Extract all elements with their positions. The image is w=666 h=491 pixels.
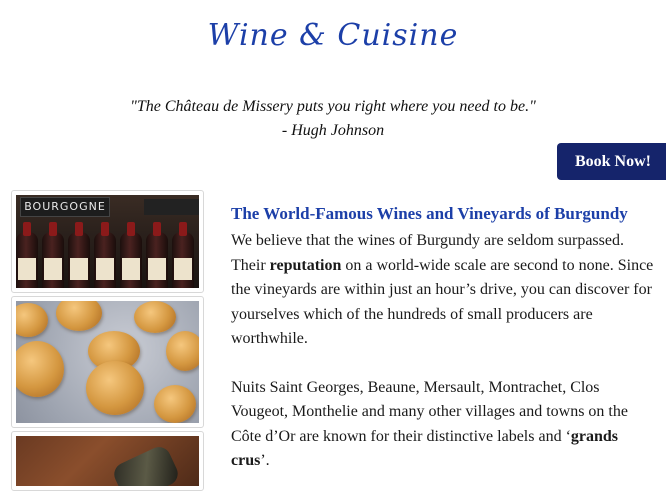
bottle-icon: [68, 222, 90, 288]
article-paragraph-1: We believe that the wines of Burgundy ar…: [231, 229, 656, 352]
bourgogne-sign: BOURGOGNE: [20, 197, 110, 217]
bottle-icon: [172, 222, 194, 288]
bottle-icon: [42, 222, 64, 288]
article: The World-Famous Wines and Vineyards of …: [231, 205, 656, 474]
pastry-icon: [16, 303, 48, 337]
pastry-icon: [134, 301, 176, 333]
wine-bottle-image: [16, 436, 199, 486]
wine-rack-image: BOURGOGNE: [16, 195, 199, 288]
rack-sign-secondary: [144, 199, 199, 215]
gougeres-photo: [11, 296, 204, 428]
pastry-icon: [166, 331, 199, 371]
wine-bottle-photo: [11, 431, 204, 491]
bottle-icon: [110, 443, 182, 486]
p2-text-end: ’.: [260, 452, 270, 469]
testimonial-quote: "The Château de Missery puts you right w…: [0, 95, 666, 143]
page-title: Wine & Cuisine: [207, 18, 459, 53]
article-heading: The World-Famous Wines and Vineyards of …: [231, 204, 628, 223]
pastry-icon: [86, 361, 144, 415]
book-now-button[interactable]: Book Now!: [557, 143, 666, 180]
wine-rack-photo: BOURGOGNE: [11, 190, 204, 293]
pastry-icon: [56, 301, 102, 331]
bottle-icon: [16, 222, 38, 288]
quote-text: "The Château de Missery puts you right w…: [130, 98, 536, 115]
pastry-icon: [154, 385, 196, 423]
pastry-icon: [16, 341, 64, 397]
bottle-icon: [94, 222, 116, 288]
quote-author: - Hugh Johnson: [281, 122, 385, 139]
gougeres-image: [16, 301, 199, 423]
p1-bold: reputation: [269, 256, 342, 274]
bottle-icon: [146, 222, 168, 288]
bottle-icon: [120, 222, 142, 288]
article-paragraph-2: Nuits Saint Georges, Beaune, Mersault, M…: [231, 376, 656, 474]
